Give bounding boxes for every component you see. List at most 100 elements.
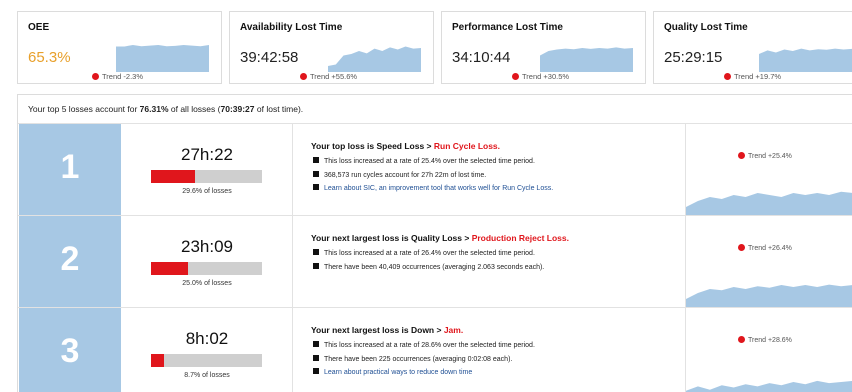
kpi-row: OEE 65.3% Trend -2.3% Availability Lost … xyxy=(17,11,852,84)
detail-text: 368,573 run cycles account for 27h 22m o… xyxy=(324,171,487,179)
trend-indicator: Trend +28.6% xyxy=(738,336,792,344)
loss-share-label: 29.6% of losses xyxy=(182,188,232,195)
kpi-card-performance[interactable]: Performance Lost Time 34:10:44 Trend +30… xyxy=(441,11,646,84)
top-losses-summary: Your top 5 losses account for 76.31% of … xyxy=(28,104,303,114)
bullet-square-icon xyxy=(313,184,319,190)
trend-sparkline xyxy=(686,380,852,392)
loss-name: Jam. xyxy=(443,325,464,335)
loss-share-label: 25.0% of losses xyxy=(182,280,232,287)
bullet-square-icon xyxy=(313,170,319,177)
trend-dot-icon xyxy=(300,73,307,80)
lost-time-cell: 27h:22 29.6% of losses xyxy=(121,124,293,215)
loss-share-fill xyxy=(151,262,189,275)
trend-cell: Trend +28.6% xyxy=(686,308,852,392)
loss-row-1: 1 27h:22 29.6% of losses Your top loss i… xyxy=(18,123,852,215)
sparkline-area xyxy=(686,284,852,307)
kpi-card-quality[interactable]: Quality Lost Time 25:29:15 Trend +19.7% xyxy=(653,11,852,84)
list-item: 368,573 run cycles account for 27h 22m o… xyxy=(313,169,553,183)
loss-details: This loss increased at a rate of 26.4% o… xyxy=(313,247,544,274)
learn-more-link[interactable]: Learn about practical ways to reduce dow… xyxy=(324,369,472,376)
kpi-title: OEE xyxy=(28,22,50,33)
bullet-square-icon xyxy=(313,262,319,269)
trend-sparkline xyxy=(686,191,852,215)
loss-row-2: 2 23h:09 25.0% of losses Your next large… xyxy=(18,215,852,307)
summary-prefix: Your top 5 losses account for xyxy=(28,104,140,114)
summary-pct: 76.31% xyxy=(139,104,169,114)
sparkline-area xyxy=(540,47,633,72)
kpi-value: 39:42:58 xyxy=(240,49,299,66)
trend-dot-icon xyxy=(512,73,519,80)
bullet-square-icon xyxy=(313,368,319,374)
kpi-sparkline xyxy=(328,46,421,72)
loss-details: This loss increased at a rate of 28.6% o… xyxy=(313,339,535,380)
summary-suffix: of lost time). xyxy=(254,104,304,114)
trend-dot-icon xyxy=(724,73,731,80)
kpi-trend: Trend -2.3% xyxy=(92,72,143,81)
sparkline-area xyxy=(116,45,209,72)
kpi-value: 34:10:44 xyxy=(452,49,511,66)
loss-share-fill xyxy=(151,170,196,183)
trend-sparkline xyxy=(686,284,852,307)
loss-name: Run Cycle Loss. xyxy=(433,141,501,151)
detail-text: There have been 225 occurrences (averagi… xyxy=(324,355,513,363)
summary-time: 70:39:27 xyxy=(220,104,255,114)
trend-dot-icon xyxy=(738,244,745,251)
loss-headline: Your next largest loss is Down > Jam. xyxy=(311,325,463,335)
loss-headline: Your top loss is Speed Loss > Run Cycle … xyxy=(311,141,500,151)
lost-time-value: 23h:09 xyxy=(181,237,233,256)
kpi-title: Performance Lost Time xyxy=(452,22,563,33)
loss-headline-prefix: Your top loss is Speed Loss > xyxy=(311,141,434,151)
kpi-value: 25:29:15 xyxy=(664,49,723,66)
lost-time-cell: 8h:02 8.7% of losses xyxy=(121,308,293,392)
kpi-trend: Trend +30.5% xyxy=(512,72,569,81)
trend-indicator: Trend +25.4% xyxy=(738,152,792,160)
kpi-title: Quality Lost Time xyxy=(664,22,748,33)
trend-label: Trend +28.6% xyxy=(748,337,792,344)
trend-label: Trend +26.4% xyxy=(748,245,792,252)
summary-mid: of all losses ( xyxy=(168,104,221,114)
loss-headline: Your next largest loss is Quality Loss >… xyxy=(311,233,569,243)
sparkline-area xyxy=(686,191,852,215)
lost-time-value: 8h:02 xyxy=(185,329,229,348)
list-item: There have been 40,409 occurrences (aver… xyxy=(313,261,544,275)
trend-indicator: Trend +26.4% xyxy=(738,244,792,252)
rank-number: 2 xyxy=(60,240,80,278)
loss-description: Your next largest loss is Down > Jam. Th… xyxy=(293,308,686,392)
list-item: This loss increased at a rate of 25.4% o… xyxy=(313,155,553,169)
loss-share-bar xyxy=(151,262,262,275)
kpi-sparkline xyxy=(540,47,633,72)
list-item: Learn about SIC, an improvement tool tha… xyxy=(313,182,553,196)
kpi-sparkline xyxy=(116,45,209,72)
kpi-title: Availability Lost Time xyxy=(240,22,343,33)
lost-time-cell: 23h:09 25.0% of losses xyxy=(121,216,293,307)
loss-share-bar xyxy=(151,354,262,367)
loss-description: Your top loss is Speed Loss > Run Cycle … xyxy=(293,124,686,215)
loss-headline-prefix: Your next largest loss is Quality Loss > xyxy=(311,233,472,243)
kpi-sparkline xyxy=(759,48,852,72)
kpi-value: 65.3% xyxy=(28,49,71,66)
bullet-square-icon xyxy=(313,157,319,163)
list-item: There have been 225 occurrences (averagi… xyxy=(313,353,535,367)
trend-label: Trend +25.4% xyxy=(748,153,792,160)
rank-number: 3 xyxy=(60,332,80,370)
trend-dot-icon xyxy=(92,73,99,80)
sparkline-area xyxy=(686,380,852,392)
trend-dot-icon xyxy=(738,336,745,343)
trend-cell: Trend +26.4% xyxy=(686,216,852,307)
detail-text: This loss increased at a rate of 25.4% o… xyxy=(324,158,535,165)
kpi-card-oee[interactable]: OEE 65.3% Trend -2.3% xyxy=(17,11,222,84)
loss-row-3: 3 8h:02 8.7% of losses Your next largest… xyxy=(18,307,852,392)
kpi-card-availability[interactable]: Availability Lost Time 39:42:58 Trend +5… xyxy=(229,11,434,84)
loss-headline-prefix: Your next largest loss is Down > xyxy=(311,325,444,335)
trend-dot-icon xyxy=(738,152,745,159)
bullet-square-icon xyxy=(313,249,319,255)
learn-more-link[interactable]: Learn about SIC, an improvement tool tha… xyxy=(324,185,553,192)
lost-time-value: 27h:22 xyxy=(181,145,233,164)
kpi-trend: Trend +55.6% xyxy=(300,72,357,81)
top-losses-panel: Your top 5 losses account for 76.31% of … xyxy=(17,94,852,392)
kpi-trend-label: Trend -2.3% xyxy=(102,72,143,81)
trend-cell: Trend +25.4% xyxy=(686,124,852,215)
rank-cell: 2 xyxy=(19,216,121,307)
kpi-trend-label: Trend +55.6% xyxy=(310,72,358,81)
loss-share-bar xyxy=(151,170,262,183)
